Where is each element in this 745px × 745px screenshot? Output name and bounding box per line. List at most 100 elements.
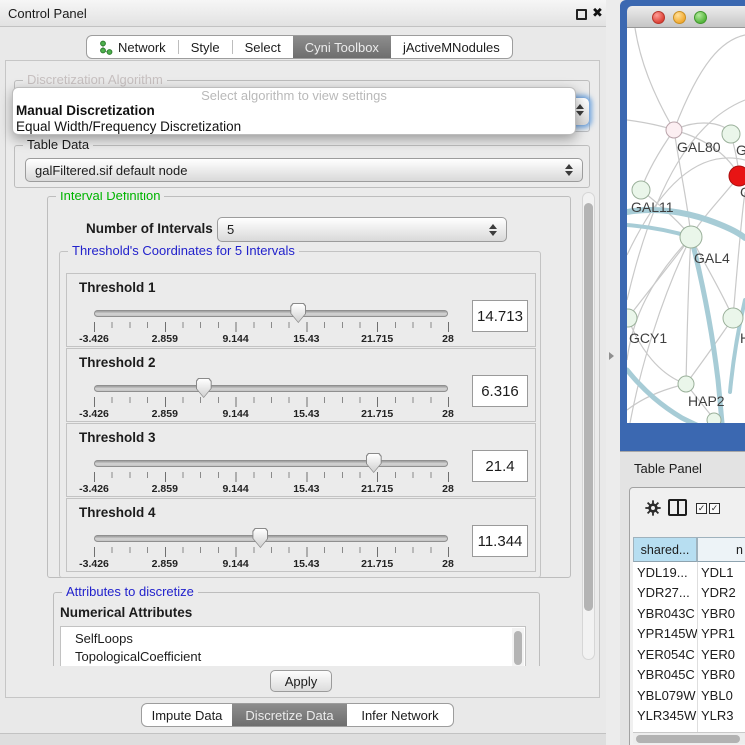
slider-handle[interactable] [290, 303, 306, 323]
list-item-selfloops[interactable]: SelfLoops [61, 630, 525, 648]
table-row[interactable]: YBL079WYBL0 [633, 685, 745, 706]
slider-track[interactable] [94, 310, 448, 317]
node-gal4[interactable] [680, 226, 702, 248]
select-all-checkbox-icon[interactable]: ✓ [696, 503, 707, 514]
node-right-h[interactable] [723, 308, 743, 328]
threshold-4-value-field[interactable]: 11.344 [472, 525, 528, 557]
table-row[interactable]: YDR27...YDR2 [633, 583, 745, 604]
tab-discretize-data[interactable]: Discretize Data [232, 704, 347, 726]
window-minimize-button[interactable] [673, 11, 686, 24]
threshold-1-value-field[interactable]: 14.713 [472, 300, 528, 332]
settings-scrollbar[interactable] [582, 192, 595, 660]
tab-infer-network[interactable]: Infer Network [347, 704, 453, 726]
table-horizontal-scrollbar-thumb[interactable] [636, 735, 740, 743]
table-data-group-title: Table Data [23, 138, 93, 152]
table-row[interactable]: YBR043CYBR0 [633, 603, 745, 624]
slider-tick-label: 28 [442, 333, 454, 345]
algorithm-group-title: Discretization Algorithm [23, 73, 167, 87]
slider-handle[interactable] [252, 528, 268, 548]
slider-tick-label: 9.144 [222, 333, 248, 345]
list-item-topologicalcoefficient[interactable]: TopologicalCoefficient [61, 648, 525, 666]
node-table[interactable]: YDL19...YDL1 YDR27...YDR2 YBR043CYBR0 YP… [633, 562, 745, 733]
tab-impute-data[interactable]: Impute Data [142, 704, 232, 726]
slider-tick-label: 15.43 [293, 558, 319, 570]
node-label: H [740, 330, 745, 346]
threshold-1-label: Threshold 1 [79, 280, 156, 295]
tab-jactivemnodules[interactable]: jActiveMNodules [391, 36, 512, 58]
slider-tick-label: 15.43 [293, 483, 319, 495]
bottom-tabstrip: Impute Data Discretize Data Infer Networ… [141, 703, 454, 727]
table-row[interactable]: YBR045CYBR0 [633, 665, 745, 686]
slider-tick-label: 9.144 [222, 483, 248, 495]
gear-icon[interactable] [644, 499, 662, 517]
slider-tick-label: 2.859 [152, 333, 178, 345]
split-divider[interactable] [606, 0, 620, 745]
slider-handle[interactable] [366, 453, 382, 473]
interval-definition-title: Interval Definition [56, 192, 164, 203]
threshold-4-slider[interactable]: -3.426 2.859 9.144 15.43 21.715 28 [94, 528, 448, 570]
column-header-name[interactable]: n [697, 537, 745, 562]
node-label: GA [736, 142, 745, 158]
column-header-shared-name[interactable]: shared... [633, 537, 697, 562]
table-row[interactable]: YER054CYER0 [633, 644, 745, 665]
float-window-icon[interactable] [576, 9, 587, 20]
dropdown-option-manual-discretization[interactable]: Manual Discretization [13, 103, 575, 119]
node-top-right[interactable] [722, 125, 740, 143]
attributes-list-scrollbar[interactable] [512, 628, 524, 666]
table-data-combobox[interactable]: galFiltered.sif default node [25, 158, 583, 182]
slider-track[interactable] [94, 385, 448, 392]
network-window-titlebar[interactable] [627, 6, 745, 28]
threshold-3-label: Threshold 3 [79, 430, 156, 445]
slider-tick-label: 21.715 [361, 483, 393, 495]
slider-track[interactable] [94, 535, 448, 542]
split-divider-arrow-icon[interactable] [609, 352, 614, 360]
select-none-checkbox-icon[interactable]: ✓ [709, 503, 720, 514]
node-bottom-partial[interactable] [707, 413, 721, 423]
node-gal80[interactable] [666, 122, 682, 138]
table-row[interactable]: YPR145WYPR1 [633, 624, 745, 645]
slider-tick-label: 28 [442, 558, 454, 570]
network-view[interactable]: GAL80 GA C GAL11 GAL4 GCY1 H HAP2 [627, 28, 745, 423]
tab-style[interactable]: Style [179, 36, 232, 58]
threshold-2-panel: Threshold 2 -3.426 2.859 9.144 15.43 [66, 348, 536, 422]
dropdown-option-equal-width-frequency[interactable]: Equal Width/Frequency Discretization [13, 119, 575, 135]
threshold-3-value-field[interactable]: 21.4 [472, 450, 528, 482]
slider-handle[interactable] [196, 378, 212, 398]
node-gal11[interactable] [632, 181, 650, 199]
tab-cyni-toolbox[interactable]: Cyni Toolbox [293, 36, 391, 58]
slider-major-ticks [94, 547, 450, 557]
slider-tick-label: -3.426 [79, 483, 109, 495]
threshold-1-slider[interactable]: -3.426 2.859 9.144 15.43 21.715 28 [94, 303, 448, 345]
apply-button[interactable]: Apply [270, 670, 332, 692]
slider-track[interactable] [94, 460, 448, 467]
threshold-1-panel: Threshold 1 -3.426 2.859 9.144 15.43 [66, 273, 536, 347]
threshold-3-slider[interactable]: -3.426 2.859 9.144 15.43 21.715 28 [94, 453, 448, 495]
attributes-group: Attributes to discretize Numerical Attri… [53, 592, 540, 666]
threshold-4-panel: Threshold 4 -3.426 2.859 9.144 15.43 [66, 498, 536, 572]
attributes-group-title: Attributes to discretize [62, 585, 198, 599]
node-label: GAL80 [677, 139, 721, 155]
threshold-2-value-field[interactable]: 6.316 [472, 375, 528, 407]
tab-network[interactable]: Network [87, 36, 178, 58]
window-close-button[interactable] [652, 11, 665, 24]
table-row[interactable]: YDL19...YDL1 [633, 562, 745, 583]
node-selected-red[interactable] [729, 166, 745, 186]
close-icon[interactable]: ✖ [592, 5, 603, 21]
settings-scrollbar-thumb[interactable] [584, 203, 593, 611]
threshold-2-slider[interactable]: -3.426 2.859 9.144 15.43 21.715 28 [94, 378, 448, 420]
slider-tick-label: -3.426 [79, 333, 109, 345]
numerical-attributes-list: SelfLoops TopologicalCoefficient Between… [60, 626, 526, 666]
top-tabstrip: Network Style Select Cyni Toolbox jActiv… [86, 35, 513, 59]
number-of-intervals-combobox[interactable]: 5 [217, 217, 507, 242]
network-tab-icon [99, 40, 113, 55]
node-label: GAL4 [694, 250, 730, 266]
node-hap2[interactable] [678, 376, 694, 392]
slider-tick-label: 28 [442, 483, 454, 495]
columns-icon[interactable] [668, 499, 687, 516]
tab-select[interactable]: Select [233, 36, 293, 58]
node-label: GCY1 [629, 330, 667, 346]
table-horizontal-scrollbar[interactable] [633, 732, 745, 744]
network-canvas[interactable]: GAL80 GA C GAL11 GAL4 GCY1 H HAP2 [627, 28, 745, 423]
table-row[interactable]: YLR345WYLR3 [633, 706, 745, 727]
window-zoom-button[interactable] [694, 11, 707, 24]
